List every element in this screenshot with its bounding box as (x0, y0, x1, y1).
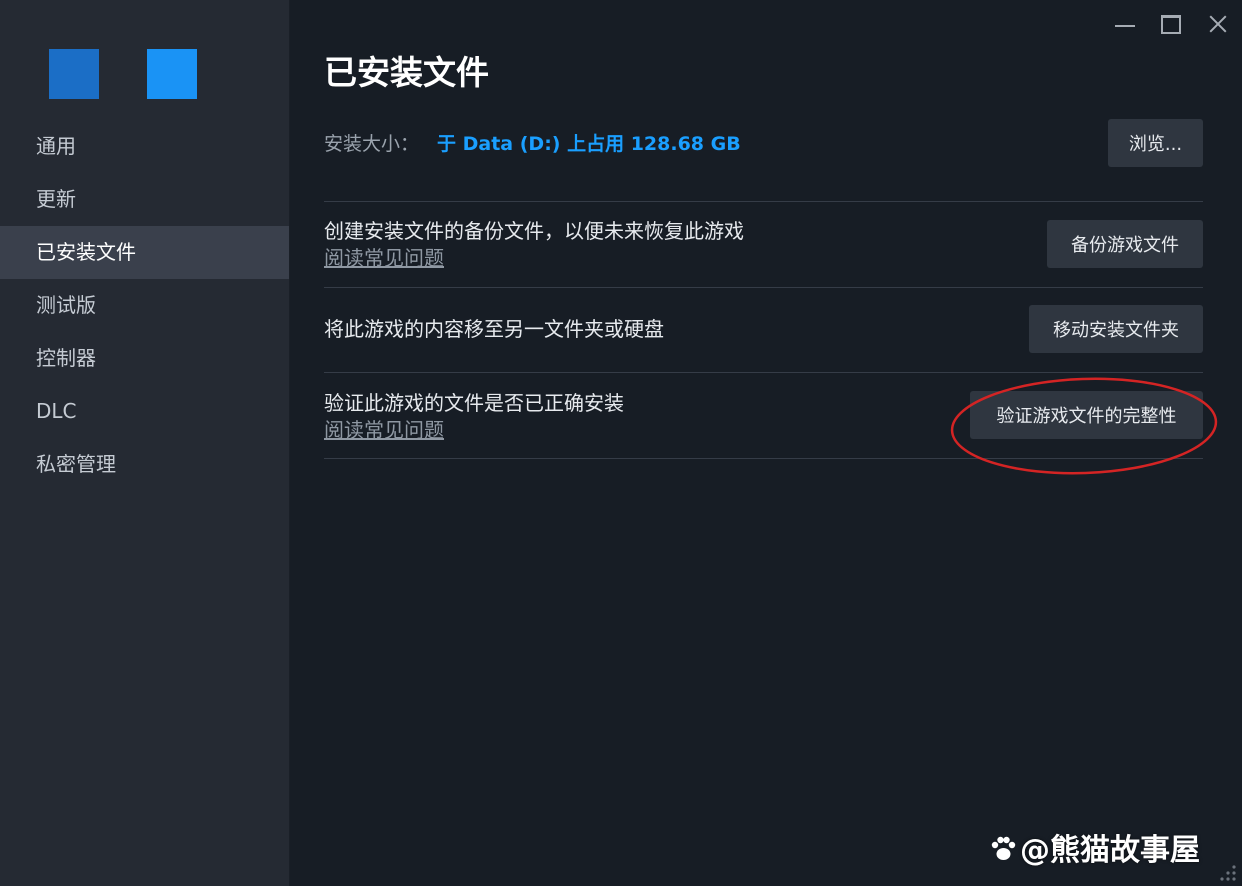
game-logo-tile-left (49, 49, 99, 99)
install-size-row: 安装大小： 于 Data (D:) 上占用 128.68 GB (324, 131, 741, 157)
red-annotation-circle (950, 377, 1218, 475)
browse-button[interactable]: 浏览... (1108, 119, 1203, 167)
watermark-text: @熊猫故事屋 (1020, 833, 1200, 868)
divider (324, 372, 1203, 373)
backup-game-files-button[interactable]: 备份游戏文件 (1047, 220, 1203, 268)
steam-properties-window: 通用 更新 已安装文件 测试版 控制器 DLC 私密管理 已安装文件 安装大小：… (0, 0, 1242, 886)
sidebar-item-controller[interactable]: 控制器 (0, 332, 289, 385)
sidebar: 通用 更新 已安装文件 测试版 控制器 DLC 私密管理 (0, 0, 290, 886)
close-icon[interactable] (1203, 10, 1233, 38)
install-size-value: 于 Data (D:) 上占用 128.68 GB (437, 133, 741, 155)
resize-grip-icon[interactable] (1219, 864, 1237, 882)
sidebar-nav: 通用 更新 已安装文件 测试版 控制器 DLC 私密管理 (0, 120, 289, 491)
watermark: @熊猫故事屋 (988, 825, 1200, 869)
verify-faq-link[interactable]: 阅读常见问题 (324, 417, 444, 443)
page-title: 已安装文件 (324, 53, 489, 92)
sidebar-item-installed-files[interactable]: 已安装文件 (0, 226, 289, 279)
divider (324, 201, 1203, 202)
sidebar-item-updates[interactable]: 更新 (0, 173, 289, 226)
install-size-label: 安装大小： (324, 133, 420, 155)
backup-faq-link[interactable]: 阅读常见问题 (324, 245, 444, 271)
divider (324, 287, 1203, 288)
maximize-icon[interactable] (1156, 10, 1186, 38)
game-logo-tile-right (147, 49, 197, 99)
move-install-folder-button[interactable]: 移动安装文件夹 (1029, 305, 1203, 353)
move-description: 将此游戏的内容移至另一文件夹或硬盘 (324, 317, 664, 341)
paw-icon (991, 836, 1016, 860)
sidebar-item-privacy[interactable]: 私密管理 (0, 438, 289, 491)
minimize-icon[interactable] (1110, 10, 1140, 38)
sidebar-item-betas[interactable]: 测试版 (0, 279, 289, 332)
verify-description: 验证此游戏的文件是否已正确安装 (324, 391, 624, 415)
sidebar-item-dlc[interactable]: DLC (0, 385, 289, 438)
sidebar-item-general[interactable]: 通用 (0, 120, 289, 173)
backup-description: 创建安装文件的备份文件，以便未来恢复此游戏 (324, 219, 744, 243)
